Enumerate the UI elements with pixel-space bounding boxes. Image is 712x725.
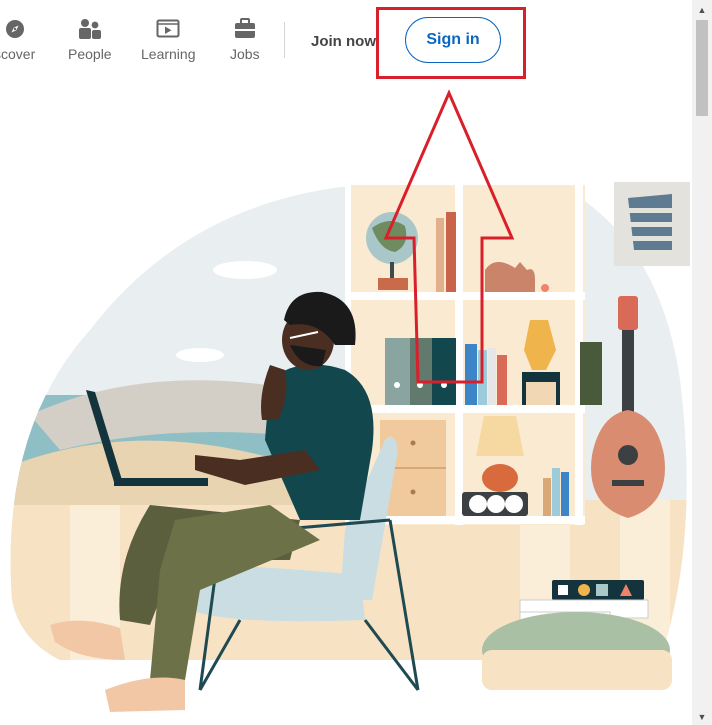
- nav-jobs-label: Jobs: [230, 46, 260, 62]
- nav-jobs[interactable]: Jobs: [230, 18, 260, 62]
- top-nav: scover People Learning: [0, 0, 692, 80]
- nav-discover[interactable]: scover: [0, 18, 35, 62]
- highlight-box: [376, 7, 526, 79]
- vertical-scrollbar[interactable]: ▲ ▼: [692, 0, 712, 725]
- nav-people-label: People: [68, 46, 112, 62]
- wall-picture: [614, 182, 690, 266]
- nav-learning[interactable]: Learning: [141, 18, 196, 62]
- scrollbar-thumb[interactable]: [696, 20, 708, 116]
- join-now-link[interactable]: Join now: [311, 33, 376, 50]
- people-icon: [78, 18, 102, 40]
- nav-divider: [284, 22, 285, 58]
- scroll-down-arrow-icon[interactable]: ▼: [692, 709, 712, 725]
- learning-icon: [156, 18, 180, 40]
- compass-icon: [4, 18, 26, 40]
- nav-people[interactable]: People: [68, 18, 112, 62]
- scroll-up-arrow-icon[interactable]: ▲: [692, 2, 712, 18]
- briefcase-icon: [233, 18, 257, 40]
- nav-discover-label: scover: [0, 46, 36, 62]
- nav-learning-label: Learning: [141, 46, 196, 62]
- hero-illustration: [10, 89, 690, 712]
